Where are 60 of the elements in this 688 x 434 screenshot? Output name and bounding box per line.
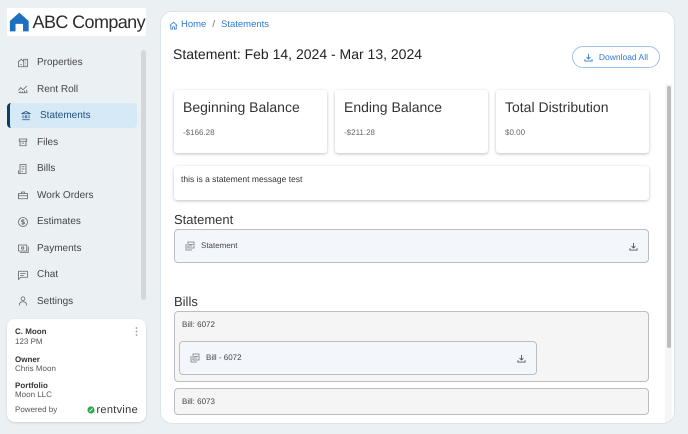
breadcrumb-link[interactable]: Statements — [220, 18, 270, 32]
file-name: Bill - 6072 — [206, 352, 243, 364]
toolbox-icon — [17, 189, 29, 201]
scrollbar[interactable] — [666, 86, 670, 348]
home-icon — [169, 20, 178, 30]
file-row[interactable]: Statement — [174, 229, 649, 264]
download-icon — [517, 354, 526, 363]
brand-logo: rentvine — [87, 404, 138, 416]
card-title: Beginning Balance — [183, 98, 301, 118]
file-name: Statement — [201, 240, 238, 252]
breadcrumb-link[interactable]: Home — [169, 18, 206, 32]
nav-item[interactable]: Chat — [7, 262, 137, 287]
nav-item[interactable]: Files — [7, 130, 137, 154]
person-icon — [17, 295, 29, 307]
card-title: Ending Balance — [344, 98, 444, 118]
field-label: Portfolio — [15, 381, 49, 390]
card-amount: -$166.28 — [183, 127, 216, 140]
nav-item[interactable]: Properties — [7, 50, 137, 75]
dollar-circle-icon — [17, 216, 29, 228]
bill-title: Bill: 6072 — [181, 319, 216, 332]
nav-item[interactable]: Bills — [7, 156, 137, 181]
card-amount: -$211.28 — [344, 127, 376, 140]
download-button[interactable] — [629, 242, 638, 251]
more-options-button[interactable] — [135, 327, 138, 336]
company-logo: ABC Company — [7, 8, 146, 36]
bill-title: Bill: 6073 — [181, 396, 216, 408]
download-all-button[interactable]: Download All — [572, 46, 660, 68]
powered-by-label: Powered by — [15, 404, 58, 416]
nav-item[interactable]: Settings — [7, 288, 137, 314]
field-value: Moon LLC — [15, 390, 53, 399]
receipt-icon — [17, 162, 29, 174]
card-amount: $0.00 — [505, 127, 526, 140]
user-name: C. Moon — [15, 327, 47, 337]
line-chart-icon — [17, 83, 29, 95]
field-label: Owner — [15, 355, 41, 364]
breadcrumb-separator: / — [212, 18, 215, 32]
house-logo-icon — [8, 10, 31, 34]
scrollbar[interactable] — [141, 50, 146, 300]
statement-message: this is a statement message test — [174, 166, 649, 200]
building-icon — [17, 56, 29, 68]
file-row[interactable]: Bill - 6072 — [179, 341, 537, 376]
section-heading: Bills — [174, 294, 199, 310]
nav-item[interactable]: Statements — [7, 103, 137, 128]
section-heading: Statement — [174, 212, 234, 228]
unit-label: 123 PM — [15, 337, 44, 347]
download-icon — [584, 52, 593, 62]
bank-icon — [20, 110, 32, 122]
nav-item[interactable]: Rent Roll — [7, 76, 137, 102]
page-title: Statement: Feb 14, 2024 - Mar 13, 2024 — [173, 45, 422, 64]
field-value: Chris Moon — [15, 364, 57, 373]
download-button[interactable] — [517, 354, 526, 363]
cash-icon — [17, 242, 29, 254]
nav-item[interactable]: Work Orders — [7, 182, 137, 208]
nav-item[interactable]: Estimates — [7, 209, 137, 234]
more-vertical-icon — [135, 327, 138, 336]
storage-box-icon — [17, 136, 29, 148]
chat-icon — [17, 268, 29, 280]
download-icon — [629, 242, 638, 251]
nav-item[interactable]: Payments — [7, 236, 137, 260]
card-title: Total Distribution — [505, 98, 610, 118]
